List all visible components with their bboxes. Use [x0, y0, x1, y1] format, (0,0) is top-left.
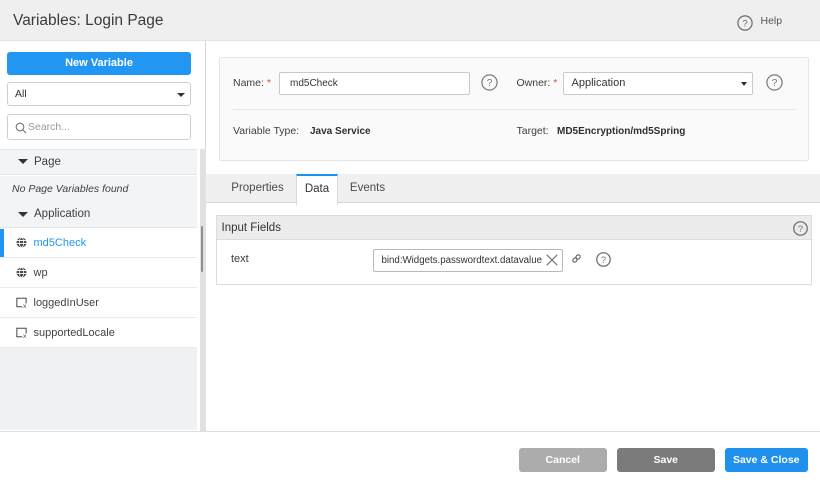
svg-text:?: ?: [601, 255, 606, 265]
svg-text:?: ?: [797, 224, 802, 234]
svg-text:?: ?: [487, 78, 493, 89]
svg-text:?: ?: [772, 78, 778, 89]
svg-text:?: ?: [742, 18, 747, 29]
